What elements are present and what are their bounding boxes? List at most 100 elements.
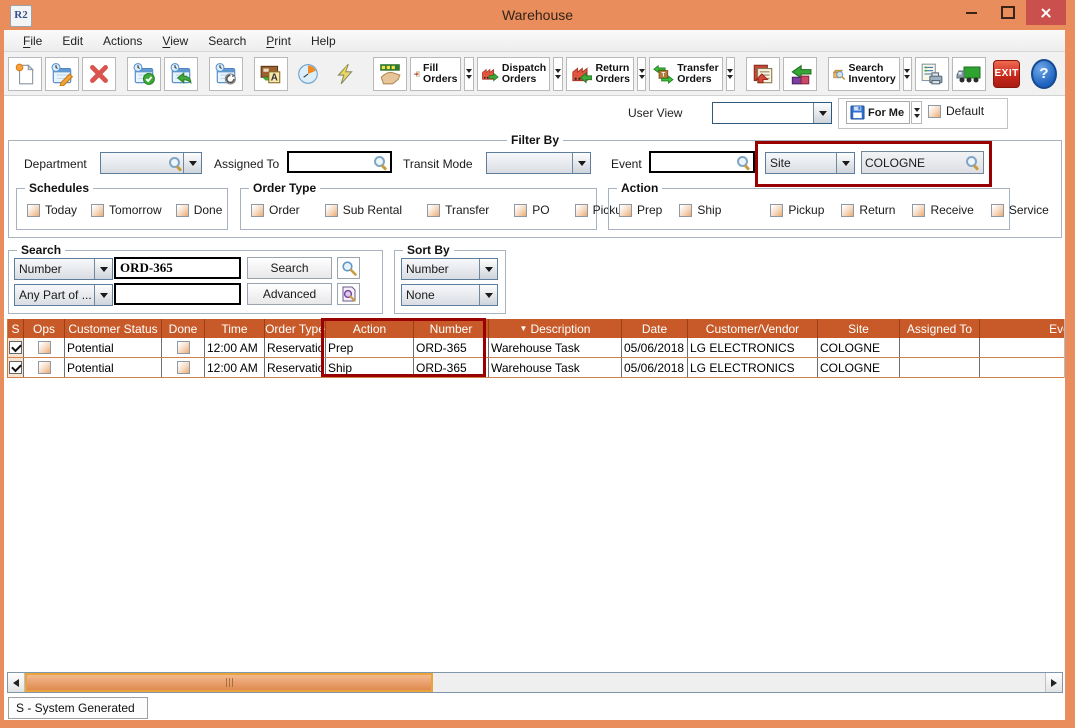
checkbox-box[interactable] [91, 204, 104, 217]
checkbox-box[interactable] [427, 204, 440, 217]
for-me-button[interactable]: For Me [846, 101, 910, 124]
sort-secondary-combo[interactable]: None [401, 284, 498, 306]
checkbox-box[interactable] [514, 204, 527, 217]
checkbox-tomorrow[interactable]: Tomorrow [91, 203, 162, 217]
search-field-dropdown-button[interactable] [94, 259, 112, 279]
checkbox-ship[interactable]: Ship [679, 203, 721, 217]
search-query-input[interactable] [118, 259, 237, 277]
checkbox-done[interactable]: Done [176, 203, 223, 217]
event-input[interactable] [653, 153, 736, 171]
transfer-orders-dropdown[interactable] [726, 57, 736, 91]
confirm-schedule-button[interactable] [127, 57, 161, 91]
search-field-combo[interactable]: Number [14, 258, 113, 280]
menu-file[interactable]: File [14, 32, 51, 50]
menu-edit[interactable]: Edit [53, 32, 92, 50]
quick-action-button[interactable] [328, 57, 362, 91]
menu-actions[interactable]: Actions [94, 32, 151, 50]
cell-done[interactable] [162, 358, 205, 377]
checkbox-prep[interactable]: Prep [619, 203, 662, 217]
delete-button[interactable] [82, 57, 116, 91]
search-query-field[interactable] [114, 257, 241, 279]
checkbox-box[interactable] [27, 204, 40, 217]
search-inventory-dropdown[interactable] [903, 57, 913, 91]
checkbox-receive[interactable]: Receive [912, 203, 973, 217]
new-document-button[interactable] [8, 57, 42, 91]
edit-schedule-button[interactable] [45, 57, 79, 91]
column-header-action[interactable]: Action [326, 319, 414, 338]
scroll-right-button[interactable] [1045, 673, 1062, 692]
revert-schedule-button[interactable] [164, 57, 198, 91]
dispatch-orders-dropdown[interactable] [553, 57, 563, 91]
truck-button[interactable] [952, 57, 986, 91]
default-checkbox-box[interactable] [928, 105, 941, 118]
site-value-field[interactable]: COLOGNE [861, 151, 984, 174]
event-field[interactable] [649, 151, 755, 173]
exit-button[interactable]: EXIT [989, 57, 1024, 91]
menu-view[interactable]: View [153, 32, 197, 50]
default-checkbox[interactable]: Default [928, 104, 984, 118]
search-button[interactable]: Search [247, 257, 332, 279]
cell-ops[interactable] [24, 358, 65, 377]
auto-assign-labels-button[interactable]: A [254, 57, 288, 91]
scrollbar-thumb[interactable] [25, 673, 433, 692]
advanced-button[interactable]: Advanced [247, 283, 332, 305]
column-header-date[interactable]: Date [622, 319, 688, 338]
department-combo[interactable] [100, 152, 202, 174]
transit-mode-combo[interactable] [486, 152, 591, 174]
column-header-customer_vendor[interactable]: Customer/Vendor [688, 319, 818, 338]
transit-mode-dropdown-button[interactable] [572, 153, 590, 173]
column-header-time[interactable]: Time [205, 319, 265, 338]
done-checkbox[interactable] [177, 361, 190, 374]
checkbox-box[interactable] [619, 204, 632, 217]
for-me-dropdown[interactable] [911, 101, 922, 124]
column-header-done[interactable]: Done [162, 319, 205, 338]
assigned-to-input[interactable] [291, 153, 373, 171]
menu-search[interactable]: Search [199, 32, 255, 50]
column-header-s[interactable]: S [8, 319, 24, 338]
equipment-return-button[interactable] [783, 57, 817, 91]
scrollbar-track[interactable] [25, 673, 1045, 692]
transfer-orders-button[interactable]: T Transfer Orders [649, 57, 722, 91]
checkbox-order[interactable]: Order [251, 203, 300, 217]
checkbox-box[interactable] [991, 204, 1004, 217]
site-combo[interactable]: Site [765, 152, 855, 174]
order-book-button[interactable] [746, 57, 780, 91]
checkbox-today[interactable]: Today [27, 203, 77, 217]
event-search-icon[interactable] [736, 155, 751, 170]
menu-print[interactable]: Print [257, 32, 300, 50]
fill-orders-button[interactable]: Fill Orders [410, 57, 461, 91]
cell-ops[interactable] [24, 338, 65, 357]
s-checkbox[interactable] [9, 341, 22, 354]
column-header-event[interactable]: Event [980, 319, 1065, 338]
cell-s[interactable] [8, 358, 24, 377]
assigned-to-field[interactable] [287, 151, 392, 173]
site-search-icon[interactable] [965, 155, 980, 170]
search-inventory-button[interactable]: Search Inventory [828, 57, 900, 91]
column-header-number[interactable]: Number [414, 319, 489, 338]
fill-orders-dropdown[interactable] [464, 57, 474, 91]
column-header-ops[interactable]: Ops [24, 319, 65, 338]
time-button[interactable] [291, 57, 325, 91]
minimize-button[interactable] [955, 0, 987, 25]
cell-s[interactable] [8, 338, 24, 357]
department-dropdown-button[interactable] [183, 153, 201, 173]
checkbox-pickup[interactable]: Pickup [770, 203, 824, 217]
maximize-button[interactable] [992, 0, 1024, 25]
return-orders-dropdown[interactable] [637, 57, 647, 91]
column-header-site[interactable]: Site [818, 319, 900, 338]
search-query2-input[interactable] [118, 285, 237, 303]
checkbox-box[interactable] [770, 204, 783, 217]
column-header-assigned_to[interactable]: Assigned To [900, 319, 980, 338]
site-dropdown-button[interactable] [836, 153, 854, 173]
user-view-combo[interactable] [712, 102, 832, 124]
menu-help[interactable]: Help [302, 32, 345, 50]
checkbox-sub-rental[interactable]: Sub Rental [325, 203, 402, 217]
checkbox-box[interactable] [176, 204, 189, 217]
search-magnifier-button[interactable] [337, 257, 360, 279]
column-header-customer_status[interactable]: Customer Status [65, 319, 162, 338]
refresh-schedule-button[interactable] [209, 57, 243, 91]
user-view-dropdown-button[interactable] [813, 103, 831, 123]
s-checkbox[interactable] [9, 361, 22, 374]
title-bar[interactable]: R2 Warehouse [0, 0, 1075, 30]
help-button[interactable]: ? [1027, 57, 1061, 91]
